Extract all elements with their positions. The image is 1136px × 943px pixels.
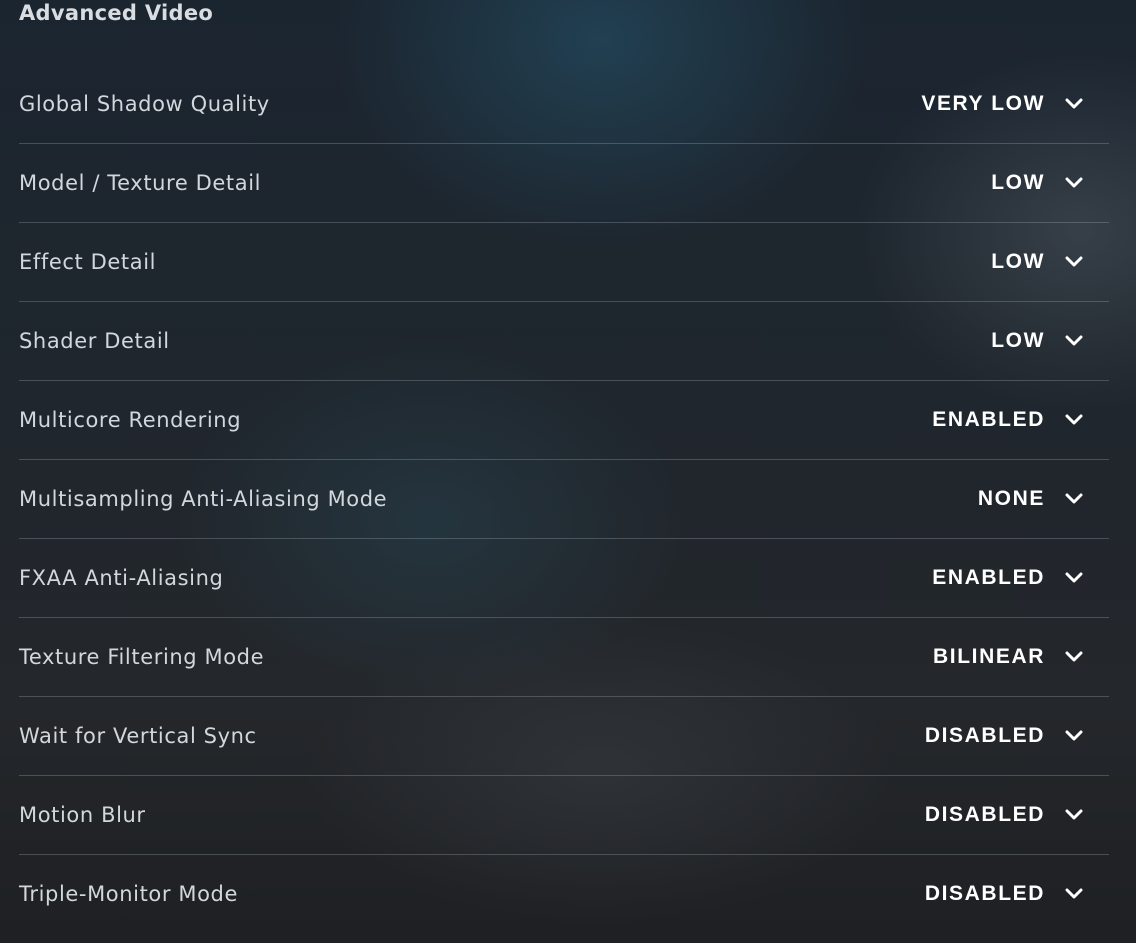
setting-row-global-shadow-quality[interactable]: Global Shadow Quality VERY LOW [19, 65, 1109, 144]
setting-row-texture-filtering-mode[interactable]: Texture Filtering Mode BILINEAR [19, 618, 1109, 697]
chevron-down-icon [1065, 572, 1083, 584]
chevron-down-icon [1065, 98, 1083, 110]
setting-row-multisampling-anti-aliasing-mode[interactable]: Multisampling Anti-Aliasing Mode NONE [19, 460, 1109, 539]
chevron-down-icon [1065, 414, 1083, 426]
chevron-down-icon [1065, 888, 1083, 900]
dropdown-value: VERY LOW [921, 92, 1045, 115]
multicore-rendering-dropdown[interactable]: ENABLED [932, 408, 1109, 432]
texture-filtering-mode-dropdown[interactable]: BILINEAR [933, 645, 1109, 669]
setting-row-motion-blur[interactable]: Motion Blur DISABLED [19, 776, 1109, 855]
dropdown-value: BILINEAR [933, 645, 1045, 668]
triple-monitor-mode-dropdown[interactable]: DISABLED [925, 882, 1109, 906]
chevron-down-icon [1065, 177, 1083, 189]
setting-label: Shader Detail [19, 329, 170, 353]
setting-label: Triple-Monitor Mode [19, 882, 238, 906]
multisampling-anti-aliasing-mode-dropdown[interactable]: NONE [978, 487, 1109, 511]
fxaa-anti-aliasing-dropdown[interactable]: ENABLED [932, 566, 1109, 590]
wait-for-vertical-sync-dropdown[interactable]: DISABLED [925, 724, 1109, 748]
setting-label: Global Shadow Quality [19, 92, 270, 116]
setting-row-wait-for-vertical-sync[interactable]: Wait for Vertical Sync DISABLED [19, 697, 1109, 776]
setting-row-multicore-rendering[interactable]: Multicore Rendering ENABLED [19, 381, 1109, 460]
global-shadow-quality-dropdown[interactable]: VERY LOW [921, 92, 1109, 116]
chevron-down-icon [1065, 335, 1083, 347]
setting-label: Model / Texture Detail [19, 171, 262, 195]
setting-label: Multisampling Anti-Aliasing Mode [19, 487, 388, 511]
chevron-down-icon [1065, 651, 1083, 663]
setting-row-fxaa-anti-aliasing[interactable]: FXAA Anti-Aliasing ENABLED [19, 539, 1109, 618]
setting-label: Wait for Vertical Sync [19, 724, 257, 748]
dropdown-value: LOW [991, 171, 1045, 194]
chevron-down-icon [1065, 256, 1083, 268]
dropdown-value: LOW [991, 329, 1045, 352]
model-texture-detail-dropdown[interactable]: LOW [991, 171, 1109, 195]
effect-detail-dropdown[interactable]: LOW [991, 250, 1109, 274]
setting-row-model-texture-detail[interactable]: Model / Texture Detail LOW [19, 144, 1109, 223]
shader-detail-dropdown[interactable]: LOW [991, 329, 1109, 353]
advanced-video-panel: Advanced Video Global Shadow Quality VER… [0, 0, 1136, 943]
dropdown-value: ENABLED [932, 566, 1045, 589]
dropdown-value: ENABLED [932, 408, 1045, 431]
dropdown-value: NONE [977, 487, 1045, 510]
dropdown-value: LOW [991, 250, 1045, 273]
setting-label: Multicore Rendering [19, 408, 242, 432]
setting-label: FXAA Anti-Aliasing [19, 566, 224, 590]
dropdown-value: DISABLED [924, 803, 1045, 826]
motion-blur-dropdown[interactable]: DISABLED [925, 803, 1109, 827]
chevron-down-icon [1065, 493, 1083, 505]
setting-label: Motion Blur [19, 803, 146, 827]
dropdown-value: DISABLED [924, 882, 1045, 905]
setting-row-triple-monitor-mode[interactable]: Triple-Monitor Mode DISABLED [19, 855, 1109, 933]
chevron-down-icon [1065, 809, 1083, 821]
section-title: Advanced Video [19, 1, 214, 25]
setting-label: Effect Detail [19, 250, 157, 274]
setting-row-shader-detail[interactable]: Shader Detail LOW [19, 302, 1109, 381]
settings-list: Global Shadow Quality VERY LOW Model / T… [19, 65, 1109, 933]
setting-row-effect-detail[interactable]: Effect Detail LOW [19, 223, 1109, 302]
setting-label: Texture Filtering Mode [19, 645, 265, 669]
dropdown-value: DISABLED [924, 724, 1045, 747]
chevron-down-icon [1065, 730, 1083, 742]
